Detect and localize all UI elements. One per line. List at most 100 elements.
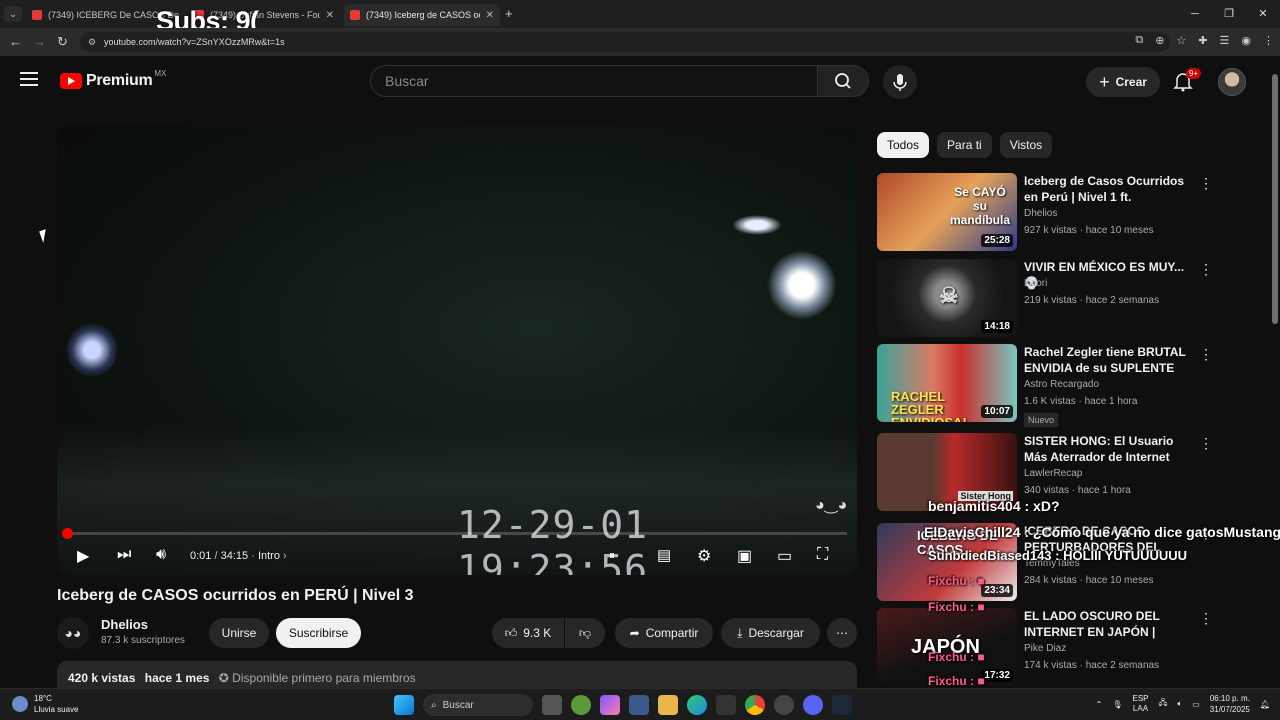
video-thumbnail[interactable]: ☠ 14:18 — [877, 259, 1017, 337]
recommendation-channel[interactable]: Kaori — [1024, 278, 1047, 289]
dislike-button[interactable]: 👎︎ — [565, 618, 605, 648]
site-info-icon[interactable]: ⚙ — [88, 32, 96, 52]
progress-bar[interactable] — [62, 528, 847, 539]
search-button[interactable] — [817, 65, 869, 97]
share-button[interactable]: ➦ Compartir — [615, 618, 713, 648]
store-icon[interactable] — [629, 695, 649, 715]
video-thumbnail[interactable]: Se CAYÓ su mandíbula 25:28 — [877, 173, 1017, 251]
create-button[interactable]: + Crear — [1086, 67, 1160, 97]
subtitles-icon[interactable]: ▤ — [657, 546, 671, 564]
url-field[interactable]: ⚙ youtube.com/watch?v=ZSnYXOzzMRw&t=1s — [80, 32, 1170, 52]
youtube-premium-logo[interactable]: Premium MX — [60, 69, 166, 90]
tab-search-menu[interactable]: ⌄ — [4, 6, 22, 22]
hamburger-menu-icon[interactable] — [20, 72, 38, 86]
youtube-favicon-icon — [32, 10, 42, 20]
microphone-tray-icon[interactable]: 🎙︎ — [1112, 700, 1122, 709]
video-duration: 14:18 — [981, 320, 1013, 333]
weather-widget[interactable]: 18°C Lluvia suave — [12, 693, 78, 715]
file-explorer-icon[interactable] — [658, 695, 678, 715]
network-icon[interactable]: 🖧 — [1159, 697, 1168, 711]
windows-start-icon[interactable] — [394, 695, 414, 715]
miniplayer-icon[interactable]: ▣ — [737, 546, 752, 566]
more-actions-button[interactable]: ⋯ — [827, 618, 857, 648]
more-options-icon[interactable]: ⋮ — [1199, 610, 1213, 627]
close-window-button[interactable]: ✕ — [1246, 0, 1280, 28]
channel-avatar[interactable]: ◕◕ — [57, 617, 89, 649]
theater-mode-icon[interactable]: ▭ — [777, 546, 792, 566]
task-view-icon[interactable] — [542, 695, 562, 715]
system-clock[interactable]: 06:10 p. m. 31/07/2025 — [1210, 693, 1250, 715]
language-indicator[interactable]: ESP LAA — [1132, 694, 1148, 714]
download-icon: ⤓ — [737, 625, 743, 640]
steam-icon[interactable] — [832, 695, 852, 715]
extensions-icon[interactable]: ✚ — [1198, 34, 1207, 47]
video-thumbnail[interactable]: RACHEL ZEGLER ENVIDIOSA! 10:07 — [877, 344, 1017, 422]
battery-icon[interactable]: ▭ — [1192, 700, 1200, 709]
forward-button[interactable]: → — [33, 34, 46, 49]
volume-tray-icon[interactable]: 🔈︎ — [1177, 699, 1182, 709]
recommendation-item[interactable]: Se CAYÓ su mandíbula 25:28 Iceberg de Ca… — [877, 173, 1269, 253]
browser-menu-icon[interactable]: ⋮ — [1263, 34, 1274, 47]
reload-button[interactable]: ↻ — [57, 34, 68, 50]
bookmark-star-icon[interactable]: ☆ — [1176, 34, 1186, 47]
fullscreen-icon[interactable]: ⛶ — [817, 546, 828, 564]
more-options-icon[interactable]: ⋮ — [1199, 261, 1213, 278]
next-button[interactable]: ⏭ — [117, 546, 131, 564]
channel-name[interactable]: Dhelios — [101, 617, 148, 632]
new-tab-button[interactable]: + — [505, 6, 513, 21]
more-options-icon[interactable]: ⋮ — [1199, 346, 1213, 363]
recommendation-channel[interactable]: Pike Diaz — [1024, 643, 1066, 654]
chapter-label[interactable]: Intro — [258, 550, 280, 562]
minimize-button[interactable]: ─ — [1178, 0, 1212, 28]
video-player[interactable]: 12-29-01 19:23:56 ◕‿◕ ▶ ⏭ 🔊︎ 0:01 / 34:1… — [57, 125, 857, 575]
download-button[interactable]: ⤓ Descargar — [721, 618, 820, 648]
maximize-button[interactable]: ❐ — [1212, 0, 1246, 28]
window-controls: ─ ❐ ✕ — [1178, 0, 1280, 28]
settings-gear-icon[interactable]: ⚙ — [697, 546, 711, 566]
join-button[interactable]: Unirse — [209, 618, 269, 648]
play-button[interactable]: ▶ — [77, 546, 89, 566]
page-scrollbar[interactable] — [1270, 56, 1280, 688]
more-options-icon[interactable]: ⋮ — [1199, 435, 1213, 452]
close-tab-icon[interactable]: ✕ — [326, 10, 334, 21]
recommendation-channel[interactable]: Dhelios — [1024, 208, 1057, 219]
reading-list-icon[interactable]: ☰ — [1220, 34, 1230, 47]
subscribe-button[interactable]: Suscribirse — [276, 618, 361, 648]
chip-vistos[interactable]: Vistos — [999, 132, 1053, 158]
volume-button[interactable]: 🔊︎ — [156, 546, 166, 564]
address-bar-row: ← → ↻ ⚙ youtube.com/watch?v=ZSnYXOzzMRw&… — [0, 28, 1280, 56]
account-avatar[interactable] — [1218, 68, 1246, 96]
voice-search-button[interactable] — [883, 65, 917, 99]
recommendation-item[interactable]: RACHEL ZEGLER ENVIDIOSA! 10:07 Rachel Ze… — [877, 344, 1269, 427]
install-app-icon[interactable]: ⧉ — [1135, 34, 1143, 47]
search-input[interactable]: Buscar — [370, 65, 818, 97]
like-button[interactable]: 👍︎ 9.3 K — [492, 618, 564, 648]
chip-todos[interactable]: Todos — [877, 132, 930, 158]
recommendation-channel[interactable]: Astro Recargado — [1024, 379, 1099, 390]
chrome-icon[interactable] — [745, 695, 765, 715]
autoplay-toggle[interactable]: ⏸︎ — [609, 548, 615, 563]
obs-icon[interactable] — [774, 695, 794, 715]
back-button[interactable]: ← — [9, 34, 22, 49]
more-options-icon[interactable]: ⋮ — [1199, 175, 1213, 192]
notification-center-icon[interactable]: 🔔︎ — [1260, 700, 1270, 709]
show-hidden-icons-icon[interactable]: ⌃ — [1096, 700, 1103, 709]
edge-icon[interactable] — [687, 695, 707, 715]
zoom-icon[interactable]: ⊕ — [1155, 34, 1164, 47]
chip-para-ti[interactable]: Para ti — [937, 132, 992, 158]
description-box[interactable]: 420 k vistas hace 1 mes ✪ Disponible pri… — [57, 661, 857, 691]
profile-icon[interactable]: ◉ — [1241, 34, 1251, 47]
share-arrow-icon: ➦ — [629, 626, 640, 640]
chat-overlay-message: Fixchu : ■ — [928, 600, 985, 614]
browser-tab-3[interactable]: (7349) Iceberg de CASOS ocurr ✕ — [344, 4, 500, 26]
close-tab-icon[interactable]: ✕ — [486, 10, 494, 21]
taskbar-search[interactable]: ⌕ Buscar — [423, 694, 533, 716]
capture-icon[interactable] — [716, 695, 736, 715]
recommendation-item[interactable]: ☠ 14:18 VIVIR EN MÉXICO ES MUY... 💀 Kaor… — [877, 259, 1269, 339]
widgets-icon[interactable] — [571, 695, 591, 715]
skull-icon: ☠ — [939, 283, 959, 308]
discord-icon[interactable] — [803, 695, 823, 715]
recommendation-channel[interactable]: LawlerRecap — [1024, 468, 1082, 479]
copilot-icon[interactable] — [600, 695, 620, 715]
scrollbar-thumb[interactable] — [1272, 74, 1278, 324]
